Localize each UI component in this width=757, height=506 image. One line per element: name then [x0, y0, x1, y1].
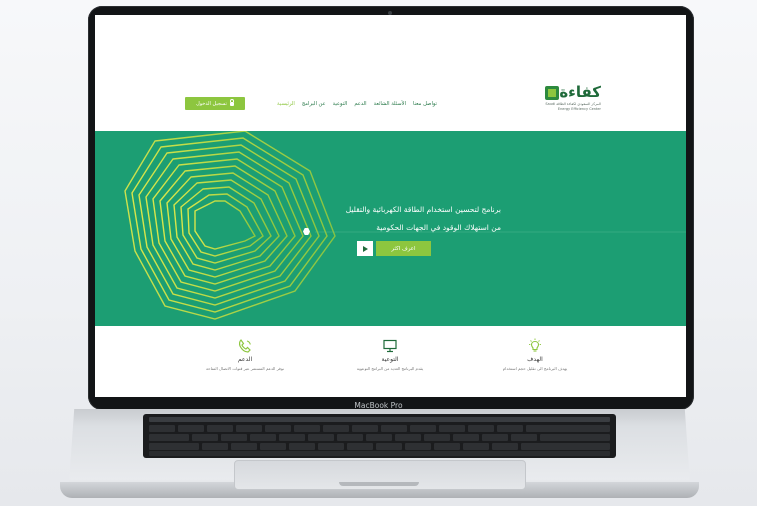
nav-item-home[interactable]: الرئيسية: [277, 101, 295, 107]
logo-word: كفاءة: [559, 83, 601, 101]
nav-item-contact[interactable]: تواصل معنا: [413, 101, 437, 107]
feature-card-awareness: التوعية يقدم البرنامج العديد من البرامج …: [335, 338, 445, 371]
hero-headline-line1: برنامج لتحسين استخدام الطاقة الكهربائية …: [345, 205, 501, 214]
feature-card-goal: الهدف يهدف البرنامج الى تقليل حجم استخدا…: [480, 338, 590, 371]
login-button[interactable]: تسجيل الدخول: [185, 97, 245, 110]
hero-headline-line2: من استهلاك الوقود في الجهات الحكومية: [376, 223, 501, 232]
play-video-button[interactable]: [357, 241, 373, 256]
feature-title-goal: الهدف: [527, 356, 543, 363]
feature-title-awareness: التوعية: [381, 356, 399, 363]
site-header: كفاءة المركز السعودي لكفاءة الطاقة Saudi…: [95, 15, 686, 131]
phone-icon: [238, 339, 251, 353]
nav-item-about[interactable]: عن البرامج: [302, 101, 326, 107]
monitor-icon: [383, 339, 397, 353]
lid-open-notch: [339, 482, 419, 486]
feature-title-support: الدعم: [237, 356, 253, 363]
learn-more-button[interactable]: اعرف اكثر: [376, 241, 431, 256]
site-logo[interactable]: كفاءة المركز السعودي لكفاءة الطاقة Saudi…: [541, 83, 601, 123]
feature-card-support: الدعم نوفر الدعم المستمر عبر قنوات الاتص…: [190, 338, 300, 371]
laptop-screen: كفاءة المركز السعودي لكفاءة الطاقة Saudi…: [95, 15, 686, 397]
lightbulb-icon: [529, 338, 541, 352]
lock-icon: [229, 99, 235, 106]
logo-subtitle: المركز السعودي لكفاءة الطاقة Saudi Energ…: [545, 102, 601, 111]
play-icon: [362, 245, 368, 252]
features-section: الدعم نوفر الدعم المستمر عبر قنوات الاتص…: [95, 326, 686, 397]
feature-desc-awareness: يقدم البرنامج العديد من البرامج التوعوية: [356, 366, 424, 371]
logo-mark-icon: [545, 86, 559, 100]
keyboard-icon: [143, 414, 616, 458]
feature-desc-goal: يهدف البرنامج الى تقليل حجم استخدام: [502, 366, 568, 371]
nav-item-support[interactable]: الدعم: [354, 101, 366, 107]
feature-desc-support: نوفر الدعم المستمر عبر قنوات الاتصال الم…: [206, 366, 284, 371]
device-model-label: MacBook Pro: [354, 401, 403, 410]
main-nav: الرئيسية عن البرامج التوعية الدعم الأسئل…: [277, 101, 437, 107]
login-label: تسجيل الدخول: [196, 100, 227, 107]
nav-item-faq[interactable]: الأسئلة الشائعة: [374, 101, 406, 107]
nav-item-awareness[interactable]: التوعية: [333, 101, 348, 107]
